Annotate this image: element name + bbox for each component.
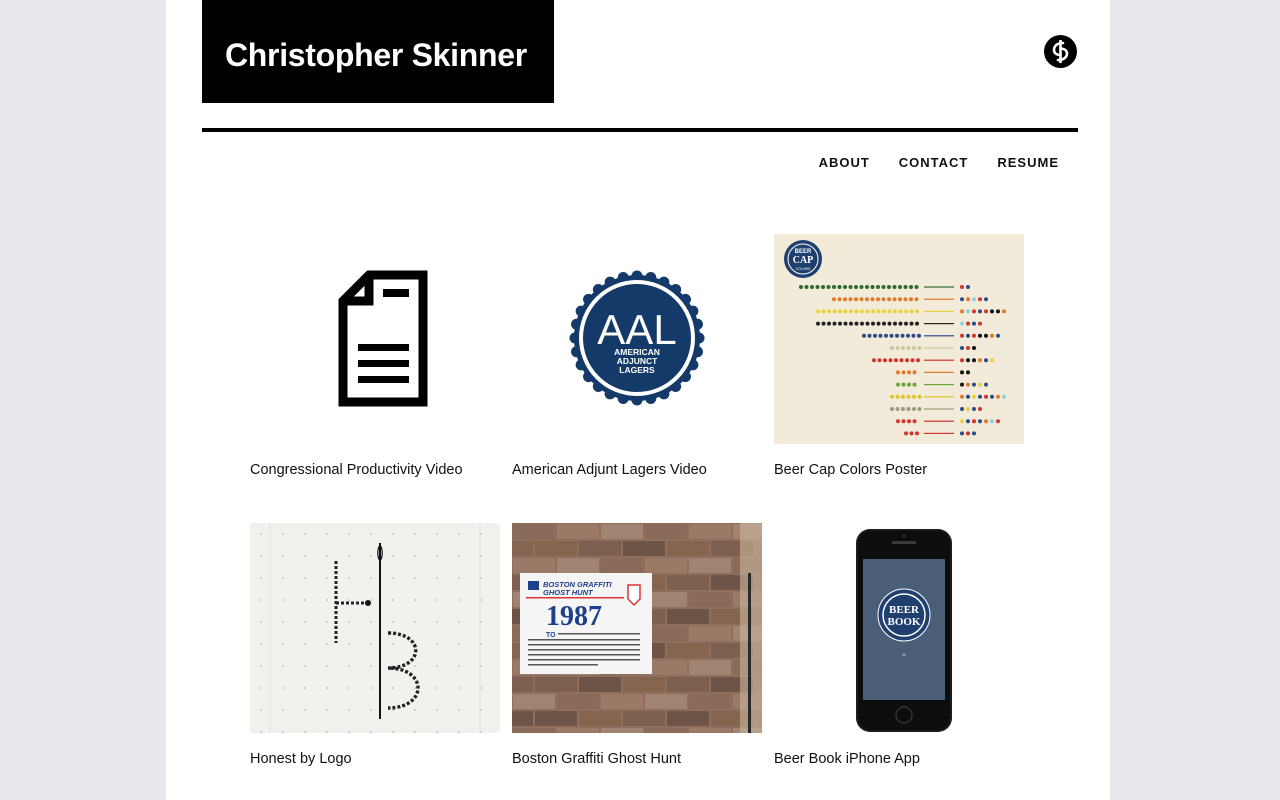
portfolio-item-beer-cap[interactable]: BEER CAP COLORS Beer Cap Colors Poster bbox=[774, 234, 1024, 478]
portfolio-item-congressional[interactable]: Congressional Productivity Video bbox=[250, 234, 500, 478]
sign-to: TO bbox=[546, 632, 556, 639]
needle-hb-photo bbox=[250, 523, 500, 733]
poster-badge-line2: CAP bbox=[793, 255, 814, 266]
poster-badge-line3: COLORS bbox=[796, 267, 811, 271]
site-title: Christopher Skinner bbox=[225, 37, 527, 73]
portfolio-item-honest-by[interactable]: Honest by Logo bbox=[250, 523, 500, 767]
portfolio-item-title: Honest by Logo bbox=[250, 751, 352, 767]
nav-resume[interactable]: RESUME bbox=[997, 155, 1059, 170]
portfolio-item-title: Boston Graffiti Ghost Hunt bbox=[512, 751, 681, 767]
sign-year: 1987 bbox=[546, 601, 602, 632]
portfolio-item-title: American Adjunt Lagers Video bbox=[512, 462, 707, 478]
portfolio-item-aal[interactable]: AAL AMERICAN ADJUNCT LAGERS American Adj… bbox=[512, 234, 762, 478]
aal-abbr: AAL bbox=[597, 306, 676, 353]
beer-cap-poster: BEER CAP COLORS bbox=[774, 234, 1024, 444]
header-divider bbox=[202, 128, 1078, 132]
portfolio-item-title: Congressional Productivity Video bbox=[250, 462, 463, 478]
cs-monogram-icon[interactable] bbox=[1044, 35, 1077, 68]
portfolio-item-title: Beer Book iPhone App bbox=[774, 751, 920, 767]
brick-wall-sign-photo: BOSTON GRAFFITI GHOST HUNT 1987 TO bbox=[512, 523, 762, 733]
main-nav: ABOUT CONTACT RESUME bbox=[790, 155, 1059, 170]
beer-book-line2: BOOK bbox=[887, 616, 920, 628]
beer-book-line1: BEER bbox=[889, 604, 920, 616]
page-container: Christopher Skinner ABOUT CONTACT RESUME… bbox=[166, 0, 1110, 800]
document-icon bbox=[250, 234, 500, 444]
portfolio-item-title: Beer Cap Colors Poster bbox=[774, 462, 928, 478]
nav-about[interactable]: ABOUT bbox=[819, 155, 870, 170]
nav-contact[interactable]: CONTACT bbox=[899, 155, 969, 170]
portfolio-item-beer-book[interactable]: BEER BOOK Beer Book iPhone App bbox=[774, 523, 1024, 767]
portfolio-item-ghost-hunt[interactable]: BOSTON GRAFFITI GHOST HUNT 1987 TO Bosto… bbox=[512, 523, 762, 767]
iphone-app: BEER BOOK bbox=[774, 523, 1024, 733]
aal-line3: LAGERS bbox=[619, 365, 655, 375]
sign-title-line2: GHOST HUNT bbox=[543, 588, 594, 597]
aal-badge: AAL AMERICAN ADJUNCT LAGERS bbox=[512, 234, 762, 444]
site-logo[interactable]: Christopher Skinner bbox=[202, 0, 554, 103]
